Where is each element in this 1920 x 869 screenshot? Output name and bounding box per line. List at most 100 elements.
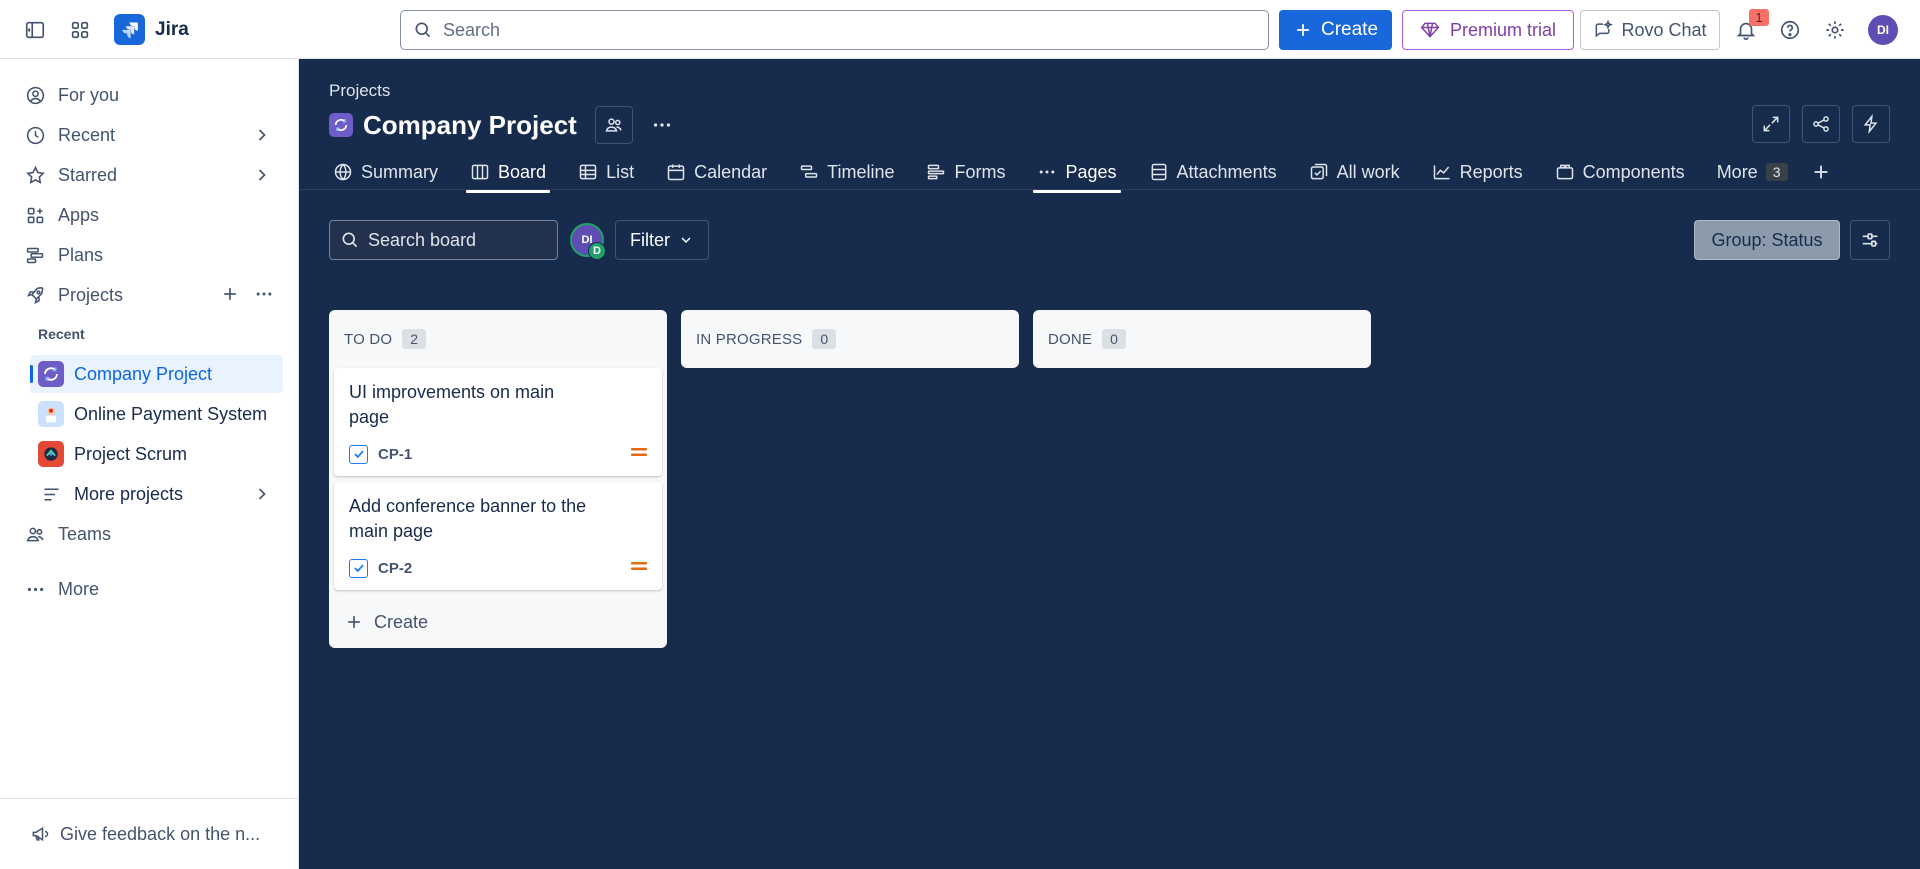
sidebar-item-more-projects[interactable]: More projects	[30, 475, 284, 513]
sidebar-item-recent[interactable]: Recent	[14, 116, 284, 154]
rovo-chat-button[interactable]: Rovo Chat	[1580, 10, 1720, 50]
sidebar-project-company-project[interactable]: Company Project	[30, 355, 283, 393]
sidebar-project-label: Project Scrum	[74, 443, 188, 464]
settings-button[interactable]	[1815, 10, 1855, 50]
card-title: UI improvements on main page	[349, 382, 555, 427]
tab-forms[interactable]: Forms	[922, 153, 1009, 191]
tab-label: Reports	[1459, 161, 1523, 182]
tab-attachments[interactable]: Attachments	[1145, 153, 1281, 191]
app-switcher-icon[interactable]	[60, 10, 100, 50]
tab-components[interactable]: Components	[1551, 153, 1689, 191]
tab-list[interactable]: List	[574, 153, 638, 191]
plus-icon	[1297, 24, 1309, 36]
group-by-button[interactable]: Group: Status	[1694, 220, 1840, 260]
chat-sparkle-icon	[1596, 20, 1614, 38]
projects-actions	[220, 284, 274, 304]
diamond-icon	[1420, 22, 1440, 38]
issue-card[interactable]: UI improvements on main page CP-1	[334, 368, 662, 476]
help-button[interactable]	[1770, 10, 1810, 50]
tab-timeline[interactable]: Timeline	[795, 153, 898, 191]
chevron-right-icon[interactable]	[252, 165, 272, 185]
premium-trial-button[interactable]: Premium trial	[1402, 10, 1574, 50]
expand-icon	[1763, 116, 1779, 132]
sidebar-toggle-icon[interactable]	[15, 10, 55, 50]
clock-icon	[24, 124, 46, 146]
filter-button[interactable]: Filter	[615, 220, 709, 260]
board-search[interactable]	[329, 220, 558, 260]
issue-key[interactable]: CP-2	[378, 560, 412, 577]
list-icon	[579, 164, 597, 180]
people-icon	[605, 118, 622, 132]
issue-key[interactable]: CP-1	[378, 446, 412, 463]
jira-home-link[interactable]: Jira	[114, 14, 189, 45]
sidebar-item-starred[interactable]: Starred	[14, 156, 284, 194]
breadcrumb[interactable]: Projects	[329, 81, 390, 101]
automation-button[interactable]	[1852, 105, 1890, 143]
tab-label: Components	[1582, 161, 1685, 182]
column-header[interactable]: IN PROGRESS 0	[681, 310, 1019, 368]
sidebar-item-teams[interactable]: Teams	[14, 515, 284, 553]
page-title: Company Project	[363, 109, 577, 140]
tab-label: Summary	[361, 161, 439, 182]
project-team-button[interactable]	[594, 106, 633, 144]
avatar-secondary[interactable]: D	[588, 242, 606, 260]
column-header[interactable]: TO DO 2	[329, 310, 667, 368]
project-more-button[interactable]	[643, 106, 681, 144]
sidebar-item-plans[interactable]: Plans	[14, 236, 284, 274]
add-project-icon[interactable]	[220, 284, 240, 304]
issue-card[interactable]: Add conference banner to the main page C…	[334, 482, 662, 590]
sidebar-item-apps[interactable]: Apps	[14, 196, 284, 234]
tab-label: List	[606, 161, 635, 182]
sidebar-item-projects[interactable]: Projects	[14, 276, 284, 314]
chevron-right-icon[interactable]	[252, 125, 272, 145]
more-dots-icon	[1040, 170, 1055, 174]
list-lines-icon	[40, 483, 62, 505]
all-work-icon	[1310, 163, 1327, 180]
sidebar-item-for-you[interactable]: For you	[14, 76, 284, 114]
search-input[interactable]	[443, 19, 1256, 41]
column-name: IN PROGRESS	[696, 330, 803, 348]
sidebar-item-label: Recent	[58, 124, 116, 145]
gear-icon	[1826, 21, 1844, 39]
tab-board[interactable]: Board	[466, 153, 551, 193]
more-options-icon[interactable]	[254, 284, 274, 304]
tab-pages[interactable]: Pages	[1033, 153, 1121, 193]
create-issue-button[interactable]: Create	[329, 596, 667, 648]
give-feedback-button[interactable]: Give feedback on the n...	[0, 798, 299, 869]
tab-calendar[interactable]: Calendar	[662, 153, 771, 191]
sidebar: For you Recent Starred Apps Plans Projec…	[0, 59, 299, 869]
filter-label: Filter	[630, 229, 670, 250]
sidebar-item-more[interactable]: More	[14, 570, 284, 608]
user-avatar[interactable]: DI	[1868, 15, 1898, 45]
chevron-right-icon[interactable]	[252, 484, 272, 504]
board-search-input[interactable]	[368, 229, 547, 251]
tab-label: Board	[498, 161, 547, 182]
tab-all-work[interactable]: All work	[1305, 153, 1404, 191]
sidebar-item-label: Projects	[58, 284, 124, 305]
share-button[interactable]	[1802, 105, 1840, 143]
tab-label: Pages	[1065, 161, 1117, 182]
lightning-icon	[1863, 114, 1878, 134]
tab-label: More	[1716, 161, 1758, 182]
tab-reports[interactable]: Reports	[1428, 153, 1527, 191]
column-count: 0	[812, 329, 837, 349]
company-project-icon	[38, 361, 64, 387]
create-button[interactable]: Create	[1279, 10, 1392, 50]
task-type-icon	[349, 444, 368, 464]
sidebar-project-project-scrum[interactable]: Project Scrum	[30, 435, 283, 473]
assignee-filter-avatars[interactable]: DI D	[570, 223, 606, 260]
view-settings-button[interactable]	[1850, 220, 1890, 260]
fullscreen-button[interactable]	[1752, 105, 1790, 143]
column-header[interactable]: DONE 0	[1033, 310, 1371, 368]
global-search[interactable]	[400, 10, 1269, 50]
add-tab-button[interactable]	[1806, 157, 1836, 187]
tab-more[interactable]: More 3	[1713, 153, 1792, 191]
forms-icon	[928, 164, 945, 180]
tab-label: Forms	[954, 161, 1006, 182]
tab-summary[interactable]: Summary	[329, 153, 442, 191]
megaphone-icon	[32, 826, 49, 842]
teams-icon	[24, 523, 46, 545]
project-tabs: Summary Board List Calendar Timeline For…	[329, 153, 1836, 193]
share-icon	[1813, 116, 1829, 132]
sidebar-project-online-payment-system[interactable]: Online Payment System	[30, 395, 283, 433]
